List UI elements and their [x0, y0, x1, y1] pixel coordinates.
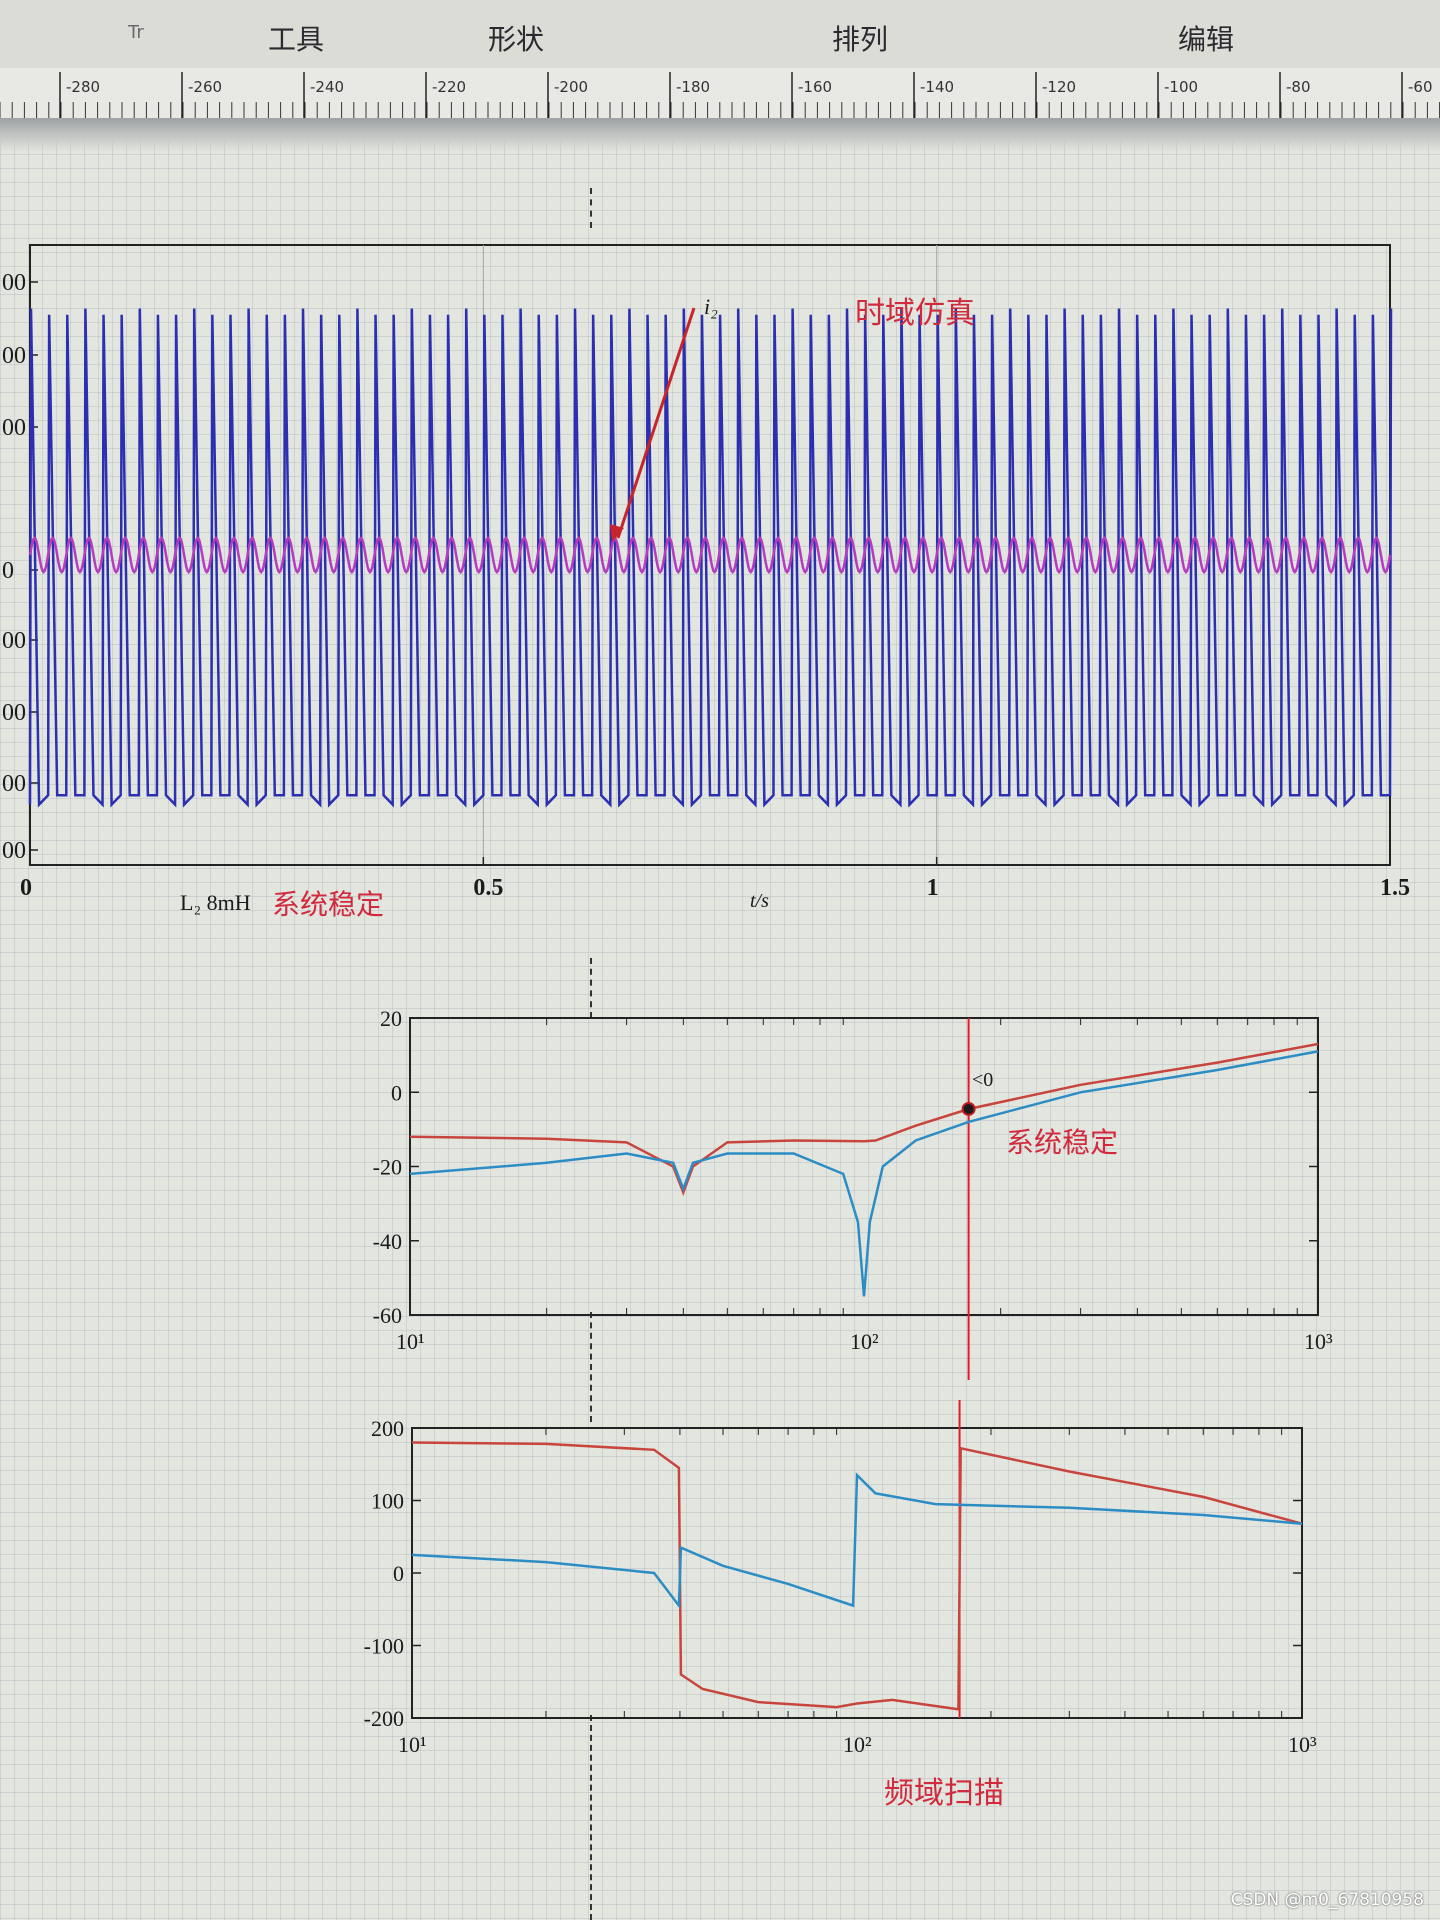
y-tick-label: -200 — [364, 1706, 404, 1731]
phase-plot[interactable]: 200 100 0 -100 -200 10¹ 10² 10³ — [340, 1400, 1340, 1800]
y-tick-label: -40 — [373, 1229, 402, 1254]
y-tick-label: 00 — [2, 700, 26, 726]
ruler-label: -180 — [676, 78, 710, 96]
x-tick-label: 10³ — [1304, 1329, 1333, 1354]
y-tick-label: 20 — [380, 1006, 402, 1031]
ruler-label: -60 — [1408, 78, 1433, 96]
y-tick-label: 00 — [2, 270, 26, 296]
x-tick-label: 0 — [20, 875, 32, 901]
y-tick-label: 0 — [391, 1080, 402, 1105]
system-stable-label-1: 系统稳定 — [272, 888, 384, 921]
ruler-label: -80 — [1286, 78, 1311, 96]
x-tick-label: 1.5 — [1380, 875, 1410, 901]
menu-bar: Tr 工具 形状 排列 编辑 — [0, 0, 1440, 69]
red-response-series — [409, 1042, 1319, 1197]
time-domain-plot[interactable]: 00 00 00 0 00 00 00 00 0 0.5 1 1.5 t/s 时域仿真 i₂ L₂ 8m… — [0, 230, 1440, 930]
y-tick-label: -100 — [364, 1634, 404, 1659]
y-tick-label: 00 — [2, 415, 26, 441]
x-tick-label: 10¹ — [398, 1732, 427, 1757]
menu-item-shape[interactable]: 形状 — [488, 18, 544, 58]
blue-response-series — [411, 1472, 1303, 1610]
y-tick-label: 00 — [2, 343, 26, 369]
y-tick-label: 0 — [2, 558, 14, 584]
ruler-label: -240 — [310, 78, 344, 96]
x-tick-label: 10² — [850, 1329, 879, 1354]
freq-scan-label: 频域扫描 — [884, 1776, 1004, 1811]
x-axis-label: t/s — [750, 890, 769, 912]
y-tick-label: -20 — [373, 1155, 402, 1180]
ruler-shadow — [0, 118, 1440, 152]
ruler-label: -140 — [920, 78, 954, 96]
bode-frame — [411, 1427, 1303, 1719]
system-stable-label-2: 系统稳定 — [1006, 1126, 1118, 1159]
y-tick-label: 200 — [371, 1416, 404, 1441]
y-tick-label: 100 — [371, 1489, 404, 1514]
magnitude-canvas: 20 0 -20 -40 -6010¹ 10² 10³ <0 系统稳定 — [373, 1006, 1333, 1380]
time-domain-canvas: 0000000000000000 0.5 1 1.5t/s 时域仿真 i₂ L₂ 8m… — [2, 244, 1410, 921]
magnitude-axes: 20 0 -20 -40 -6010¹ 10² 10³ — [373, 1006, 1333, 1354]
x-tick-label: 0.5 — [473, 875, 503, 901]
guide-line-top[interactable] — [590, 188, 592, 228]
y-tick-label: -60 — [373, 1303, 402, 1328]
current-label: i₂ — [704, 294, 718, 319]
x-tick-label: 10² — [843, 1732, 872, 1757]
ruler-label: -260 — [188, 78, 222, 96]
y-tick-label: 00 — [2, 771, 26, 797]
horizontal-ruler[interactable]: -280 -260 -240 -220 -200 -180 -160 -140 -120 -100… — [0, 68, 1440, 120]
point-label: <0 — [972, 1069, 993, 1091]
blue-response-series — [409, 1050, 1319, 1297]
ruler-ticks: -280 -260 -240 -220 -200 -180 -160 -140 -120 -100… — [0, 72, 1440, 118]
menu-item-arrange[interactable]: 排列 — [832, 18, 888, 58]
y-tick-label: 00 — [2, 628, 26, 654]
phase-canvas: 200 100 0 -100 -20010¹ 10² 10³ — [364, 1400, 1317, 1757]
crossing-point-marker — [961, 1101, 976, 1116]
bode-frame — [409, 1017, 1319, 1316]
x-tick-label: 1 — [927, 875, 939, 901]
ruler-label: -220 — [432, 78, 466, 96]
y-tick-label: 00 — [2, 838, 26, 864]
menu-item-tools[interactable]: 工具 — [268, 18, 324, 58]
ruler-label: -120 — [1042, 78, 1076, 96]
ruler-label: -160 — [798, 78, 832, 96]
ruler-label: -200 — [554, 78, 588, 96]
magnitude-series — [409, 1018, 1319, 1380]
x-tick-label: 10³ — [1288, 1732, 1317, 1757]
y-tick-label: 0 — [393, 1561, 404, 1586]
menu-text-tool-glyph[interactable]: Tr — [128, 22, 144, 43]
time-domain-label: 时域仿真 — [855, 296, 975, 331]
ruler-label: -280 — [66, 78, 100, 96]
inductance-label: L₂ 8mH — [180, 890, 251, 915]
time-domain-series — [28, 308, 1393, 808]
x-tick-label: 10¹ — [396, 1329, 425, 1354]
watermark: CSDN @m0_67810958 — [1230, 1890, 1424, 1910]
magnitude-plot[interactable]: 20 0 -20 -40 -60 10¹ 10² 10³ <0 系统稳定 — [340, 1000, 1340, 1380]
menu-item-edit[interactable]: 编辑 — [1178, 18, 1234, 58]
phase-series — [411, 1400, 1303, 1718]
ruler-label: -100 — [1164, 78, 1198, 96]
